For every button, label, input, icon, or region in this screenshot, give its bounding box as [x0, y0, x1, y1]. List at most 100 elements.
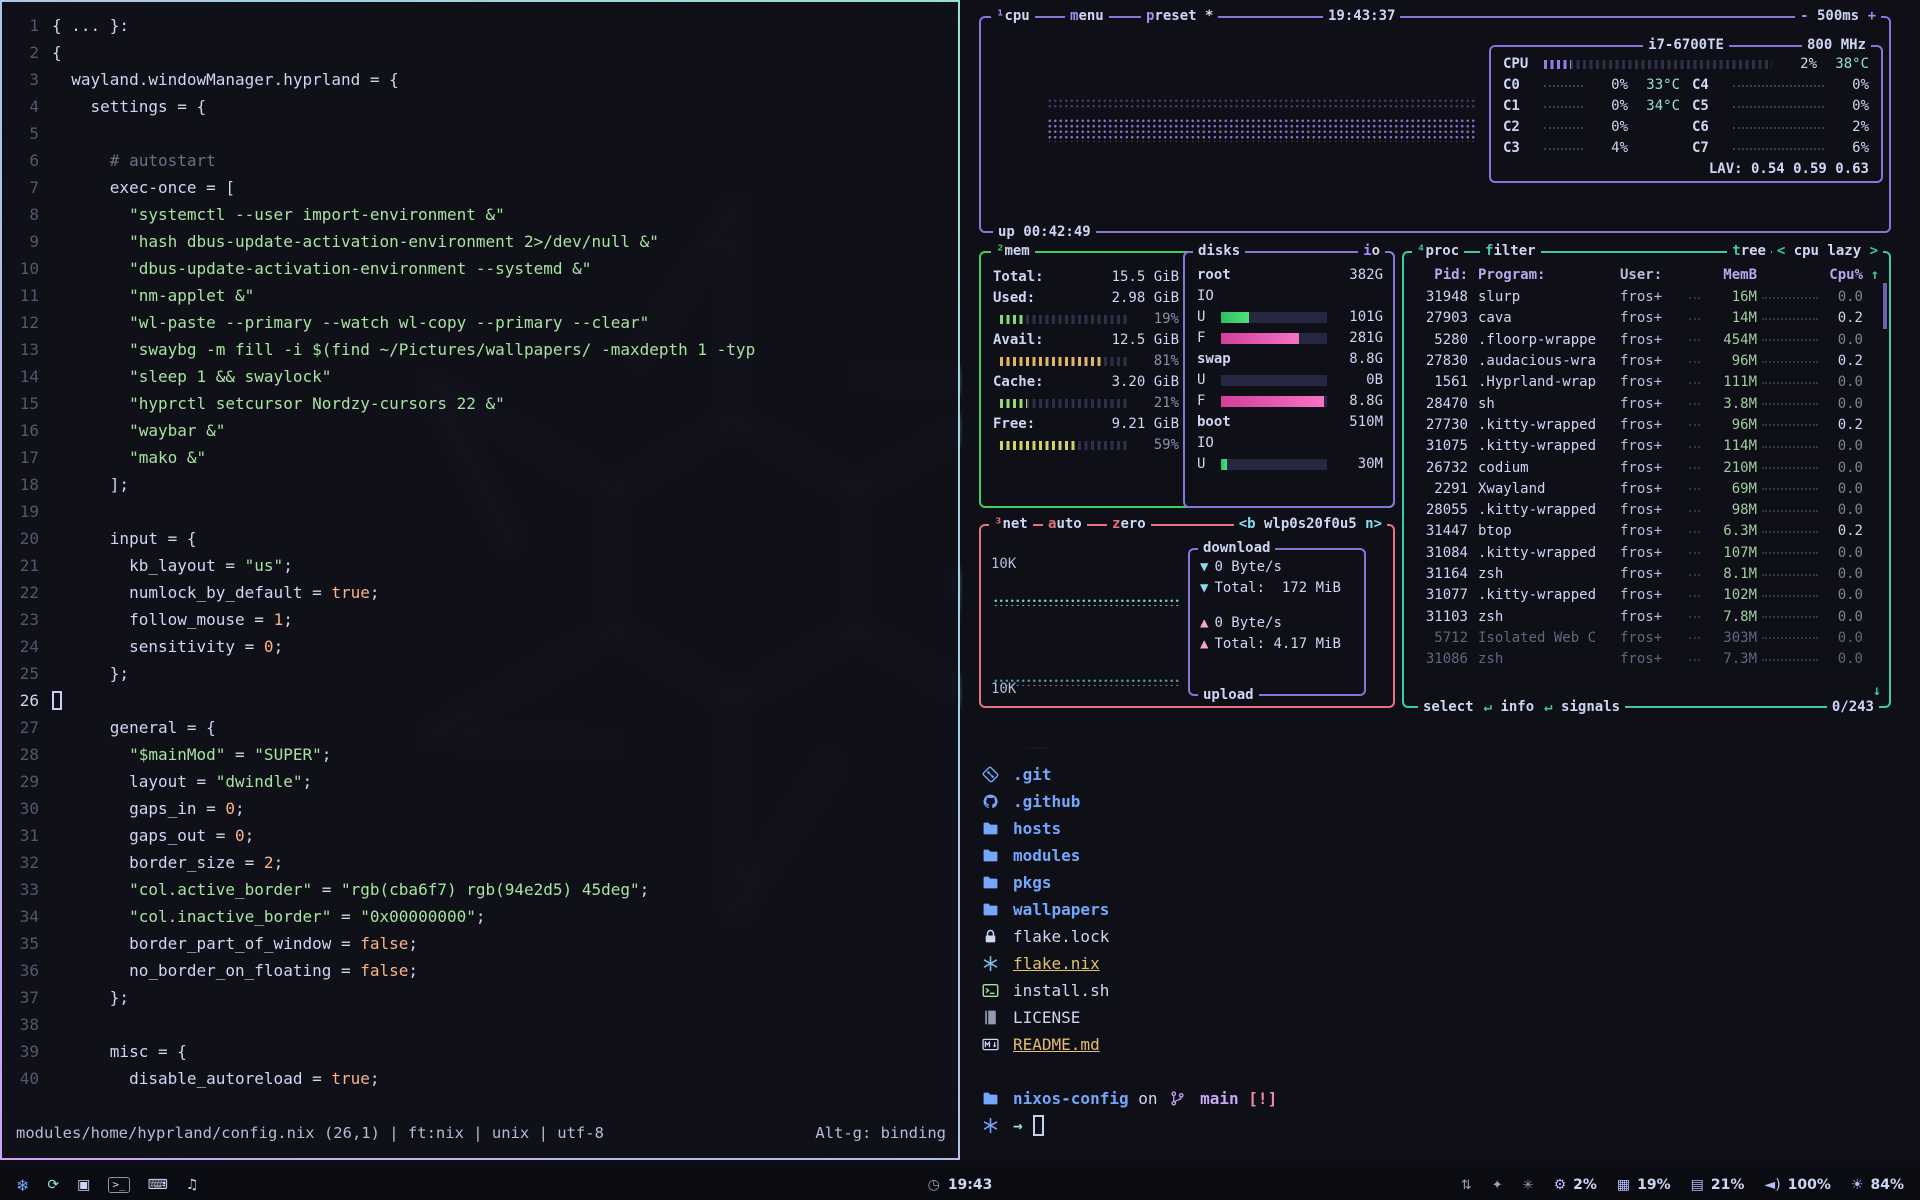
bar-clock[interactable]: ◷ 19:43 [928, 1177, 993, 1193]
file-item[interactable]: install.sh [982, 977, 1920, 1004]
keyboard-icon[interactable]: ⌨ [148, 1177, 168, 1193]
code-line[interactable]: 23 follow_mouse = 1; [6, 606, 956, 633]
code-line[interactable]: 34 "col.inactive_border" = "0x00000000"; [6, 903, 956, 930]
file-item[interactable]: flake.lock [982, 923, 1920, 950]
shell-input-line[interactable]: → [982, 1112, 1920, 1139]
io-mode-button[interactable]: io [1358, 241, 1385, 262]
process-row[interactable]: 27830.audacious-wrafros+96M0.2 [1416, 351, 1879, 372]
process-row[interactable]: 31075.kitty-wrappedfros+114M0.0 [1416, 436, 1879, 457]
process-row[interactable]: 26732codiumfros+210M0.0 [1416, 457, 1879, 478]
process-row[interactable]: 31164zshfros+8.1M0.0 [1416, 564, 1879, 585]
code-line[interactable]: 33 "col.active_border" = "rgb(cba6f7) rg… [6, 876, 956, 903]
code-line[interactable]: 27 general = { [6, 714, 956, 741]
file-item[interactable]: LICENSE [982, 1004, 1920, 1031]
cpu-temp-module[interactable]: ⚙2% [1554, 1177, 1597, 1193]
code-line[interactable]: 32 border_size = 2; [6, 849, 956, 876]
btop-window[interactable]: ¹cpu menu preset * 19:43:37 - 500ms + up… [962, 0, 1920, 747]
process-row[interactable]: 27730.kitty-wrappedfros+96M0.2 [1416, 415, 1879, 436]
filter-button[interactable]: filter [1480, 241, 1541, 262]
process-row[interactable]: 31948slurpfros+16M0.0 [1416, 287, 1879, 308]
nixos-logo-icon[interactable]: ❄ [16, 1176, 29, 1195]
file-item[interactable]: .github [982, 788, 1920, 815]
code-line[interactable]: 37 }; [6, 984, 956, 1011]
file-item[interactable]: .git [982, 761, 1920, 788]
music-icon[interactable]: ♫ [186, 1177, 199, 1193]
code-line[interactable]: 16 "waybar &" [6, 417, 956, 444]
code-line[interactable]: 28 "$mainMod" = "SUPER"; [6, 741, 956, 768]
code-line[interactable]: 25 }; [6, 660, 956, 687]
terminal-window[interactable]: .git.githubhostsmodulespkgswallpapersfla… [962, 749, 1920, 1160]
file-item[interactable]: hosts [982, 815, 1920, 842]
code-line[interactable]: 22 numlock_by_default = true; [6, 579, 956, 606]
terminal-icon[interactable]: >_ [108, 1177, 129, 1193]
code-line[interactable]: 14 "sleep 1 && swaylock" [6, 363, 956, 390]
code-line[interactable]: 30 gaps_in = 0; [6, 795, 956, 822]
file-item[interactable]: wallpapers [982, 896, 1920, 923]
menu-button[interactable]: menu [1065, 6, 1109, 27]
code-line[interactable]: 11 "nm-applet &" [6, 282, 956, 309]
process-row[interactable]: 31447btopfros+6.3M0.2 [1416, 521, 1879, 542]
code-line[interactable]: 29 layout = "dwindle"; [6, 768, 956, 795]
code-line[interactable]: 38 [6, 1011, 956, 1038]
code-line[interactable]: 21 kb_layout = "us"; [6, 552, 956, 579]
process-row[interactable]: 31084.kitty-wrappedfros+107M0.0 [1416, 543, 1879, 564]
code-line[interactable]: 6 # autostart [6, 147, 956, 174]
code-line[interactable]: 7 exec-once = [ [6, 174, 956, 201]
sort-selector[interactable]: < cpu lazy > [1772, 241, 1883, 262]
tray-icon-3[interactable]: ✳ [1523, 1178, 1534, 1193]
process-row[interactable]: 28470shfros+3.8M0.0 [1416, 393, 1879, 414]
process-row[interactable]: 27903cavafros+14M0.2 [1416, 308, 1879, 329]
process-row[interactable]: 31086zshfros+7.3M0.0 [1416, 649, 1879, 670]
code-line[interactable]: 15 "hyprctl setcursor Nordzy-cursors 22 … [6, 390, 956, 417]
memory-module[interactable]: ▤21% [1691, 1177, 1745, 1193]
code-line[interactable]: 40 disable_autoreload = true; [6, 1065, 956, 1092]
code-line[interactable]: 5 [6, 120, 956, 147]
code-line[interactable]: 8 "systemctl --user import-environment &… [6, 201, 956, 228]
volume-module[interactable]: ◄)100% [1764, 1177, 1831, 1193]
code-line[interactable]: 12 "wl-paste --primary --watch wl-copy -… [6, 309, 956, 336]
editor-window[interactable]: 1{ ... }:2{3 wayland.windowManager.hyprl… [0, 0, 960, 1160]
process-row[interactable]: 28055.kitty-wrappedfros+98M0.0 [1416, 500, 1879, 521]
tree-button[interactable]: tree [1727, 241, 1771, 262]
file-item[interactable]: modules [982, 842, 1920, 869]
code-line[interactable]: 31 gaps_out = 0; [6, 822, 956, 849]
net-device-switcher[interactable]: <b wlp0s20f0u5 n> [1234, 514, 1387, 535]
restart-icon[interactable]: ⟳ [47, 1177, 59, 1193]
code-line[interactable]: 13 "swaybg -m fill -i $(find ~/Pictures/… [6, 336, 956, 363]
cpu-load-module[interactable]: ▦19% [1617, 1177, 1671, 1193]
proc-scrollbar-thumb[interactable] [1883, 283, 1887, 329]
proc-footer-actions[interactable]: select ↵ info ↵ signals [1418, 697, 1625, 718]
code-line[interactable]: 2{ [6, 39, 956, 66]
code-line[interactable]: 18 ]; [6, 471, 956, 498]
process-row[interactable]: 1561.Hyprland-wrapfros+111M0.0 [1416, 372, 1879, 393]
code-line[interactable]: 19 [6, 498, 956, 525]
net-auto-button[interactable]: auto [1043, 514, 1087, 535]
update-interval-control[interactable]: - 500ms + [1795, 6, 1881, 27]
code-line[interactable]: 35 border_part_of_window = false; [6, 930, 956, 957]
tray-icon-2[interactable]: ✦ [1492, 1178, 1503, 1193]
process-row[interactable]: 31103zshfros+7.8M0.0 [1416, 606, 1879, 627]
code-line[interactable]: 24 sensitivity = 0; [6, 633, 956, 660]
code-line[interactable]: 20 input = { [6, 525, 956, 552]
code-line[interactable]: 36 no_border_on_floating = false; [6, 957, 956, 984]
tray-icon-1[interactable]: ⇅ [1461, 1178, 1472, 1193]
process-table-header[interactable]: Pid: Program: User: MemB Cpu% ↑ [1416, 265, 1879, 287]
code-line[interactable]: 9 "hash dbus-update-activation-environme… [6, 228, 956, 255]
code-line[interactable]: 39 misc = { [6, 1038, 956, 1065]
code-line[interactable]: 4 settings = { [6, 93, 956, 120]
code-line[interactable]: 26 [6, 687, 956, 714]
code-line[interactable]: 10 "dbus-update-activation-environment -… [6, 255, 956, 282]
net-zero-button[interactable]: zero [1107, 514, 1151, 535]
preset-button[interactable]: preset * [1141, 6, 1218, 27]
file-item[interactable]: flake.nix [982, 950, 1920, 977]
process-row[interactable]: 5280.floorp-wrappefros+454M0.0 [1416, 330, 1879, 351]
code-area[interactable]: 1{ ... }:2{3 wayland.windowManager.hyprl… [6, 12, 956, 1092]
file-item[interactable]: README.md [982, 1031, 1920, 1058]
code-line[interactable]: 3 wayland.windowManager.hyprland = { [6, 66, 956, 93]
process-row[interactable]: 2291Xwaylandfros+69M0.0 [1416, 479, 1879, 500]
code-line[interactable]: 1{ ... }: [6, 12, 956, 39]
brightness-module[interactable]: ☀84% [1851, 1177, 1904, 1193]
file-item[interactable]: pkgs [982, 869, 1920, 896]
code-line[interactable]: 17 "mako &" [6, 444, 956, 471]
process-row[interactable]: 5712Isolated Web Cfros+303M0.0 [1416, 628, 1879, 649]
